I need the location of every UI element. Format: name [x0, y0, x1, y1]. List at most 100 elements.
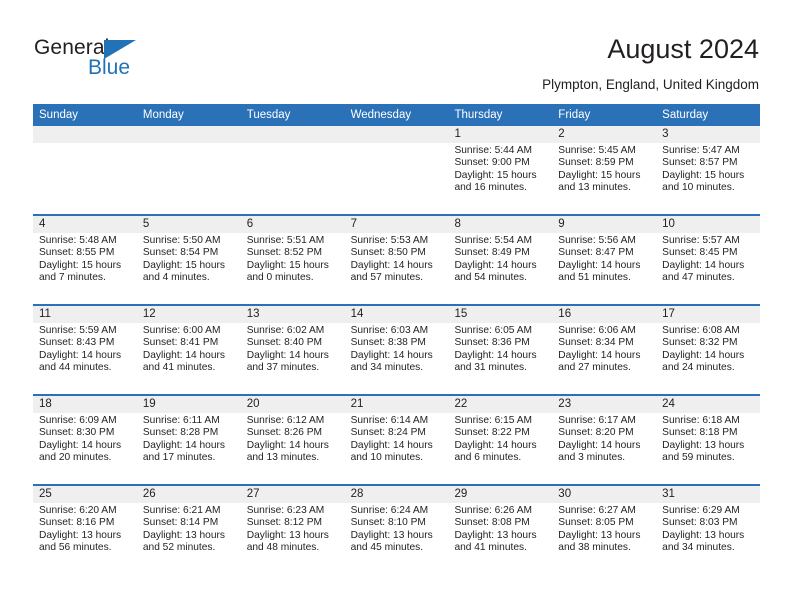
daylight-text: Daylight: 14 hours and 44 minutes.	[39, 349, 122, 374]
calendar-day-cell[interactable]: 1 Sunrise: 5:44 AM Sunset: 9:00 PM Daylight…	[448, 126, 552, 214]
day-details: Sunrise: 6:24 AM Sunset: 8:10 PM Daylight:…	[351, 503, 442, 555]
calendar-day-cell[interactable]: 10 Sunrise: 5:57 AM Sunset: 8:45 PM Dayligh…	[656, 216, 760, 304]
daylight-text: Daylight: 15 hours and 7 minutes.	[39, 259, 122, 284]
sunrise-text: Sunrise: 5:48 AM	[39, 235, 117, 246]
sunset-text: Sunset: 8:30 PM	[39, 427, 115, 439]
calendar-week-cells: 4 Sunrise: 5:48 AM Sunset: 8:55 PM Daylight…	[33, 216, 760, 304]
day-number: 8	[454, 218, 461, 230]
day-number: 10	[662, 218, 675, 230]
calendar-day-cell[interactable]: 26 Sunrise: 6:21 AM Sunset: 8:14 PM Dayligh…	[137, 486, 241, 574]
calendar-day-cell[interactable]: 31 Sunrise: 6:29 AM Sunset: 8:03 PM Dayligh…	[656, 486, 760, 574]
calendar-day-cell[interactable]: 2 Sunrise: 5:45 AM Sunset: 8:59 PM Daylight…	[552, 126, 656, 214]
sunset-text: Sunset: 8:05 PM	[558, 517, 634, 529]
sunset-text: Sunset: 8:22 PM	[454, 427, 530, 439]
calendar-day-cell[interactable]: 23 Sunrise: 6:17 AM Sunset: 8:20 PM Dayligh…	[552, 396, 656, 484]
day-number: 17	[662, 308, 675, 320]
calendar-day-cell[interactable]: 9 Sunrise: 5:56 AM Sunset: 8:47 PM Daylight…	[552, 216, 656, 304]
daylight-text: Daylight: 14 hours and 20 minutes.	[39, 439, 122, 464]
sunset-text: Sunset: 8:43 PM	[39, 337, 115, 349]
sunset-text: Sunset: 8:47 PM	[558, 247, 634, 259]
day-details: Sunrise: 6:18 AM Sunset: 8:18 PM Daylight:…	[662, 413, 753, 465]
calendar-day-cell[interactable]: 28 Sunrise: 6:24 AM Sunset: 8:10 PM Dayligh…	[345, 486, 449, 574]
sunrise-text: Sunrise: 6:18 AM	[662, 415, 740, 426]
sunrise-text: Sunrise: 6:17 AM	[558, 415, 636, 426]
day-number: 22	[454, 398, 468, 410]
day-details: Sunrise: 5:48 AM Sunset: 8:55 PM Daylight:…	[39, 233, 130, 285]
day-details: Sunrise: 6:23 AM Sunset: 8:12 PM Daylight:…	[247, 503, 338, 555]
sunrise-text: Sunrise: 6:12 AM	[246, 415, 325, 426]
day-details: Sunrise: 5:59 AM Sunset: 8:43 PM Daylight:…	[39, 323, 130, 375]
brand-logo[interactable]: General Blue	[34, 36, 264, 84]
calendar-day-cell[interactable]: 17 Sunrise: 6:08 AM Sunset: 8:32 PM Dayligh…	[656, 306, 760, 394]
calendar-day-cell[interactable]: 3 Sunrise: 5:47 AM Sunset: 8:57 PM Daylight…	[656, 126, 760, 214]
day-details: Sunrise: 6:05 AM Sunset: 8:36 PM Daylight:…	[454, 323, 545, 375]
calendar-day-cell[interactable]: 6 Sunrise: 5:51 AM Sunset: 8:52 PM Daylight…	[241, 216, 345, 304]
day-number: 25	[39, 488, 52, 500]
day-number: 23	[558, 398, 572, 410]
daylight-text: Daylight: 14 hours and 13 minutes.	[246, 439, 329, 464]
sunset-text: Sunset: 8:50 PM	[350, 247, 426, 259]
calendar-day-cell[interactable]: 12 Sunrise: 6:00 AM Sunset: 8:41 PM Dayligh…	[137, 306, 241, 394]
calendar-day-cell[interactable]: 7 Sunrise: 5:53 AM Sunset: 8:50 PM Daylight…	[345, 216, 449, 304]
calendar-day-cell[interactable]: 27 Sunrise: 6:23 AM Sunset: 8:12 PM Dayligh…	[241, 486, 345, 574]
calendar-day-cell[interactable]: 30 Sunrise: 6:27 AM Sunset: 8:05 PM Dayligh…	[552, 486, 656, 574]
sunrise-text: Sunrise: 6:11 AM	[142, 415, 220, 426]
calendar-week-row: 4 Sunrise: 5:48 AM Sunset: 8:55 PM Daylight…	[33, 214, 760, 304]
day-number: 26	[142, 488, 156, 500]
calendar-day-cell[interactable]: 24 Sunrise: 6:18 AM Sunset: 8:18 PM Dayligh…	[656, 396, 760, 484]
calendar-day-cell[interactable]: 15 Sunrise: 6:05 AM Sunset: 8:36 PM Dayligh…	[448, 306, 552, 394]
calendar-day-cell[interactable]: 4 Sunrise: 5:48 AM Sunset: 8:55 PM Daylight…	[33, 216, 137, 304]
day-details: Sunrise: 6:06 AM Sunset: 8:34 PM Daylight:…	[558, 323, 649, 375]
sunset-text: Sunset: 8:36 PM	[454, 337, 530, 349]
sunset-text: Sunset: 8:38 PM	[350, 337, 426, 349]
weekday-header-monday: Monday	[142, 109, 184, 121]
calendar-day-cell[interactable]: 14 Sunrise: 6:03 AM Sunset: 8:38 PM Dayligh…	[345, 306, 449, 394]
day-number	[247, 126, 338, 143]
sunset-text: Sunset: 8:41 PM	[142, 337, 219, 349]
sunrise-text: Sunrise: 6:24 AM	[350, 505, 429, 516]
calendar-day-cell[interactable]: 11 Sunrise: 5:59 AM Sunset: 8:43 PM Dayligh…	[33, 306, 137, 394]
calendar-day-cell[interactable]: 8 Sunrise: 5:54 AM Sunset: 8:49 PM Daylight…	[448, 216, 552, 304]
sunrise-text: Sunrise: 6:29 AM	[662, 505, 740, 516]
daylight-text: Daylight: 14 hours and 51 minutes.	[558, 259, 641, 284]
sunrise-text: Sunrise: 5:57 AM	[662, 235, 740, 246]
day-details: Sunrise: 5:50 AM Sunset: 8:54 PM Daylight:…	[143, 233, 234, 285]
day-details: Sunrise: 5:56 AM Sunset: 8:47 PM Daylight:…	[558, 233, 649, 285]
sunrise-text: Sunrise: 5:53 AM	[350, 235, 429, 246]
sunrise-text: Sunrise: 6:15 AM	[454, 415, 533, 426]
weekday-header-friday: Friday	[558, 109, 591, 121]
calendar-day-cell[interactable]: 18 Sunrise: 6:09 AM Sunset: 8:30 PM Dayligh…	[33, 396, 137, 484]
calendar-day-cell[interactable]: 25 Sunrise: 6:20 AM Sunset: 8:16 PM Dayligh…	[33, 486, 137, 574]
day-number: 11	[39, 308, 51, 320]
sunset-text: Sunset: 8:57 PM	[662, 157, 738, 169]
daylight-text: Daylight: 15 hours and 0 minutes.	[246, 259, 329, 284]
day-number: 7	[350, 218, 357, 230]
weekday-header-sunday: Sunday	[39, 109, 79, 121]
weekday-header-tuesday: Tuesday	[246, 109, 291, 121]
calendar-day-cell[interactable]: 29 Sunrise: 6:26 AM Sunset: 8:08 PM Dayligh…	[448, 486, 552, 574]
calendar-empty-cell	[345, 126, 449, 214]
sunset-text: Sunset: 8:34 PM	[558, 337, 634, 349]
sunset-text: Sunset: 8:08 PM	[454, 517, 530, 529]
calendar-day-cell[interactable]: 16 Sunrise: 6:06 AM Sunset: 8:34 PM Dayligh…	[552, 306, 656, 394]
calendar-empty-cell	[33, 126, 137, 214]
daylight-text: Daylight: 13 hours and 45 minutes.	[350, 529, 433, 554]
sunset-text: Sunset: 8:45 PM	[662, 247, 738, 259]
calendar-week-row: 1 Sunrise: 5:44 AM Sunset: 9:00 PM Daylight…	[33, 126, 760, 214]
calendar-day-cell[interactable]: 20 Sunrise: 6:12 AM Sunset: 8:26 PM Dayligh…	[241, 396, 345, 484]
calendar-day-cell[interactable]: 21 Sunrise: 6:14 AM Sunset: 8:24 PM Dayligh…	[345, 396, 449, 484]
day-number: 18	[39, 398, 52, 410]
weekday-header-wednesday: Wednesday	[350, 109, 412, 121]
sunrise-text: Sunrise: 6:26 AM	[454, 505, 533, 516]
sunrise-text: Sunrise: 5:45 AM	[558, 145, 636, 156]
calendar-day-cell[interactable]: 5 Sunrise: 5:50 AM Sunset: 8:54 PM Daylight…	[137, 216, 241, 304]
day-details: Sunrise: 5:57 AM Sunset: 8:45 PM Daylight:…	[662, 233, 753, 285]
sunset-text: Sunset: 8:55 PM	[39, 247, 115, 259]
day-number: 14	[350, 308, 364, 320]
daylight-text: Daylight: 14 hours and 47 minutes.	[662, 259, 745, 284]
sunrise-text: Sunrise: 6:02 AM	[246, 325, 325, 336]
calendar-day-cell[interactable]: 19 Sunrise: 6:11 AM Sunset: 8:28 PM Dayligh…	[137, 396, 241, 484]
sunset-text: Sunset: 8:59 PM	[558, 157, 634, 169]
calendar-day-cell[interactable]: 13 Sunrise: 6:02 AM Sunset: 8:40 PM Dayligh…	[241, 306, 345, 394]
calendar-day-cell[interactable]: 22 Sunrise: 6:15 AM Sunset: 8:22 PM Dayligh…	[448, 396, 552, 484]
